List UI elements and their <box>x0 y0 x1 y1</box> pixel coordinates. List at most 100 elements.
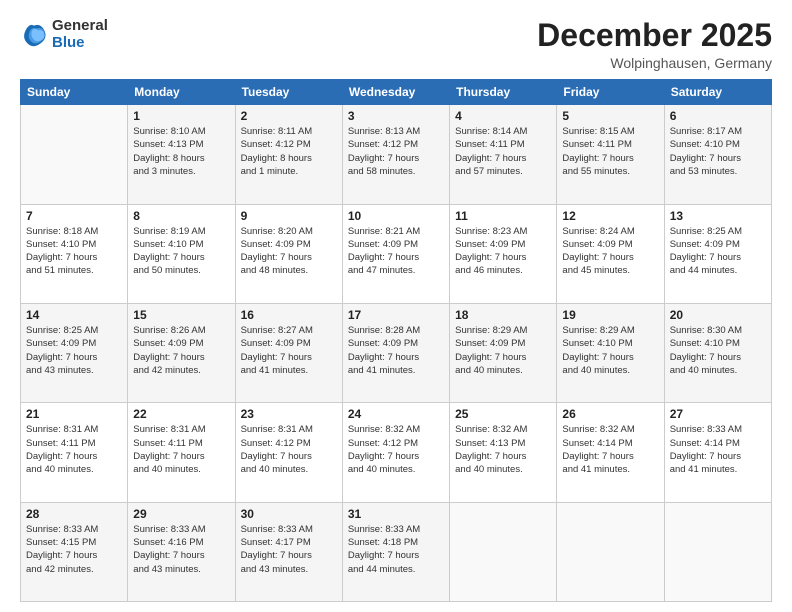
day-number: 15 <box>133 308 229 322</box>
day-number: 21 <box>26 407 122 421</box>
cell-content: Sunrise: 8:25 AM Sunset: 4:09 PM Dayligh… <box>670 225 766 278</box>
day-number: 6 <box>670 109 766 123</box>
cell-content: Sunrise: 8:31 AM Sunset: 4:12 PM Dayligh… <box>241 423 337 476</box>
calendar-cell: 24Sunrise: 8:32 AM Sunset: 4:12 PM Dayli… <box>342 403 449 502</box>
calendar-cell: 26 Sunrise: 8:32 AM Sunset: 4:14 PM Dayli… <box>557 403 664 502</box>
calendar-cell: 12 Sunrise: 8:24 AM Sunset: 4:09 PM Dayli… <box>557 204 664 303</box>
day-number: 22 <box>133 407 229 421</box>
cell-content: Sunrise: 8:13 AM Sunset: 4:12 PM Dayligh… <box>348 125 444 178</box>
calendar-cell: 8 Sunrise: 8:19 AM Sunset: 4:10 PM Daylig… <box>128 204 235 303</box>
calendar-cell: 27 Sunrise: 8:33 AM Sunset: 4:14 PM Dayli… <box>664 403 771 502</box>
calendar-cell: 15 Sunrise: 8:26 AM Sunset: 4:09 PM Dayli… <box>128 303 235 402</box>
cell-content: Sunrise: 8:33 AM Sunset: 4:14 PM Dayligh… <box>670 423 766 476</box>
day-number: 3 <box>348 109 444 123</box>
cell-content: Sunrise: 8:27 AM Sunset: 4:09 PM Dayligh… <box>241 324 337 377</box>
cell-content: Sunrise: 8:31 AM Sunset: 4:11 PM Dayligh… <box>26 423 122 476</box>
cell-content: Sunrise: 8:25 AM Sunset: 4:09 PM Dayligh… <box>26 324 122 377</box>
calendar-week-row: 1 Sunrise: 8:10 AM Sunset: 4:13 PM Daylig… <box>21 105 772 204</box>
day-of-week-header: Sunday <box>21 80 128 105</box>
cell-content: Sunrise: 8:26 AM Sunset: 4:09 PM Dayligh… <box>133 324 229 377</box>
cell-content: Sunrise: 8:28 AM Sunset: 4:09 PM Dayligh… <box>348 324 444 377</box>
cell-content: Sunrise: 8:33 AM Sunset: 4:18 PM Dayligh… <box>348 523 444 576</box>
cell-content: Sunrise: 8:15 AM Sunset: 4:11 PM Dayligh… <box>562 125 658 178</box>
cell-content: Sunrise: 8:20 AM Sunset: 4:09 PM Dayligh… <box>241 225 337 278</box>
day-number: 13 <box>670 209 766 223</box>
cell-content: Sunrise: 8:32 AM Sunset: 4:14 PM Dayligh… <box>562 423 658 476</box>
cell-content: Sunrise: 8:17 AM Sunset: 4:10 PM Dayligh… <box>670 125 766 178</box>
day-number: 23 <box>241 407 337 421</box>
day-number: 28 <box>26 507 122 521</box>
cell-content: Sunrise: 8:33 AM Sunset: 4:16 PM Dayligh… <box>133 523 229 576</box>
calendar-cell: 4 Sunrise: 8:14 AM Sunset: 4:11 PM Daylig… <box>450 105 557 204</box>
header: General Blue December 2025 Wolpinghausen… <box>20 18 772 71</box>
day-number: 18 <box>455 308 551 322</box>
day-number: 2 <box>241 109 337 123</box>
calendar-week-row: 28 Sunrise: 8:33 AM Sunset: 4:15 PM Dayli… <box>21 502 772 601</box>
calendar-week-row: 14Sunrise: 8:25 AM Sunset: 4:09 PM Dayli… <box>21 303 772 402</box>
calendar-cell: 30 Sunrise: 8:33 AM Sunset: 4:17 PM Dayli… <box>235 502 342 601</box>
logo-text: General Blue <box>52 18 108 51</box>
calendar-cell: 14Sunrise: 8:25 AM Sunset: 4:09 PM Dayli… <box>21 303 128 402</box>
calendar-cell: 13 Sunrise: 8:25 AM Sunset: 4:09 PM Dayli… <box>664 204 771 303</box>
calendar: SundayMondayTuesdayWednesdayThursdayFrid… <box>20 79 772 602</box>
calendar-cell: 29Sunrise: 8:33 AM Sunset: 4:16 PM Dayli… <box>128 502 235 601</box>
cell-content: Sunrise: 8:14 AM Sunset: 4:11 PM Dayligh… <box>455 125 551 178</box>
cell-content: Sunrise: 8:11 AM Sunset: 4:12 PM Dayligh… <box>241 125 337 178</box>
day-number: 1 <box>133 109 229 123</box>
calendar-cell: 2 Sunrise: 8:11 AM Sunset: 4:12 PM Daylig… <box>235 105 342 204</box>
day-of-week-header: Thursday <box>450 80 557 105</box>
day-of-week-header: Wednesday <box>342 80 449 105</box>
month-title: December 2025 <box>537 18 772 53</box>
day-number: 25 <box>455 407 551 421</box>
calendar-cell <box>557 502 664 601</box>
calendar-cell: 25Sunrise: 8:32 AM Sunset: 4:13 PM Dayli… <box>450 403 557 502</box>
logo: General Blue <box>20 18 108 51</box>
logo-blue: Blue <box>52 35 108 52</box>
cell-content: Sunrise: 8:29 AM Sunset: 4:10 PM Dayligh… <box>562 324 658 377</box>
calendar-week-row: 21 Sunrise: 8:31 AM Sunset: 4:11 PM Dayli… <box>21 403 772 502</box>
day-number: 11 <box>455 209 551 223</box>
day-number: 31 <box>348 507 444 521</box>
calendar-cell <box>664 502 771 601</box>
day-number: 7 <box>26 209 122 223</box>
day-number: 24 <box>348 407 444 421</box>
cell-content: Sunrise: 8:24 AM Sunset: 4:09 PM Dayligh… <box>562 225 658 278</box>
calendar-cell: 3 Sunrise: 8:13 AM Sunset: 4:12 PM Daylig… <box>342 105 449 204</box>
cell-content: Sunrise: 8:19 AM Sunset: 4:10 PM Dayligh… <box>133 225 229 278</box>
calendar-cell: 21 Sunrise: 8:31 AM Sunset: 4:11 PM Dayli… <box>21 403 128 502</box>
calendar-cell: 28 Sunrise: 8:33 AM Sunset: 4:15 PM Dayli… <box>21 502 128 601</box>
page: General Blue December 2025 Wolpinghausen… <box>0 0 792 612</box>
day-of-week-header: Saturday <box>664 80 771 105</box>
day-of-week-header: Monday <box>128 80 235 105</box>
cell-content: Sunrise: 8:23 AM Sunset: 4:09 PM Dayligh… <box>455 225 551 278</box>
calendar-cell: 23 Sunrise: 8:31 AM Sunset: 4:12 PM Dayli… <box>235 403 342 502</box>
cell-content: Sunrise: 8:33 AM Sunset: 4:17 PM Dayligh… <box>241 523 337 576</box>
day-number: 9 <box>241 209 337 223</box>
calendar-cell: 19Sunrise: 8:29 AM Sunset: 4:10 PM Dayli… <box>557 303 664 402</box>
calendar-cell: 18Sunrise: 8:29 AM Sunset: 4:09 PM Dayli… <box>450 303 557 402</box>
day-number: 20 <box>670 308 766 322</box>
calendar-cell: 16Sunrise: 8:27 AM Sunset: 4:09 PM Dayli… <box>235 303 342 402</box>
calendar-cell: 7Sunrise: 8:18 AM Sunset: 4:10 PM Daylig… <box>21 204 128 303</box>
cell-content: Sunrise: 8:30 AM Sunset: 4:10 PM Dayligh… <box>670 324 766 377</box>
calendar-cell: 5 Sunrise: 8:15 AM Sunset: 4:11 PM Daylig… <box>557 105 664 204</box>
title-block: December 2025 Wolpinghausen, Germany <box>537 18 772 71</box>
calendar-cell: 22Sunrise: 8:31 AM Sunset: 4:11 PM Dayli… <box>128 403 235 502</box>
cell-content: Sunrise: 8:33 AM Sunset: 4:15 PM Dayligh… <box>26 523 122 576</box>
day-number: 26 <box>562 407 658 421</box>
day-of-week-header: Friday <box>557 80 664 105</box>
calendar-week-row: 7Sunrise: 8:18 AM Sunset: 4:10 PM Daylig… <box>21 204 772 303</box>
day-number: 30 <box>241 507 337 521</box>
day-number: 4 <box>455 109 551 123</box>
day-number: 12 <box>562 209 658 223</box>
logo-general: General <box>52 18 108 35</box>
calendar-cell <box>450 502 557 601</box>
day-number: 27 <box>670 407 766 421</box>
calendar-cell: 31 Sunrise: 8:33 AM Sunset: 4:18 PM Dayli… <box>342 502 449 601</box>
cell-content: Sunrise: 8:10 AM Sunset: 4:13 PM Dayligh… <box>133 125 229 178</box>
calendar-cell: 11 Sunrise: 8:23 AM Sunset: 4:09 PM Dayli… <box>450 204 557 303</box>
day-number: 8 <box>133 209 229 223</box>
location: Wolpinghausen, Germany <box>537 55 772 71</box>
calendar-cell: 20 Sunrise: 8:30 AM Sunset: 4:10 PM Dayli… <box>664 303 771 402</box>
day-number: 5 <box>562 109 658 123</box>
